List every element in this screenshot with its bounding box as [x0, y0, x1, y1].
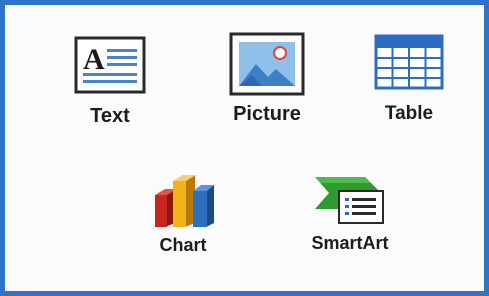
- table-icon: [374, 34, 444, 90]
- text-box-icon: A: [74, 36, 146, 94]
- bar-chart-icon: [155, 175, 214, 227]
- insert-table-button[interactable]: Table: [362, 33, 456, 125]
- insert-picture-label: Picture: [233, 103, 301, 125]
- insert-picture-button[interactable]: Picture: [214, 31, 320, 126]
- insert-smartart-label: SmartArt: [311, 233, 389, 253]
- picture-icon: [229, 32, 305, 96]
- insert-chart-label: Chart: [159, 235, 207, 255]
- insert-text-button[interactable]: A Text: [61, 35, 159, 128]
- insert-table-label: Table: [384, 103, 434, 124]
- insert-text-label: Text: [90, 105, 130, 127]
- insert-smartart-button[interactable]: SmartArt: [288, 173, 412, 254]
- smartart-icon: [315, 177, 384, 224]
- svg-text:A: A: [83, 43, 105, 76]
- insert-content-panel: A Text Picture Table Chart SmartArt: [0, 0, 489, 296]
- insert-chart-button[interactable]: Chart: [137, 173, 229, 256]
